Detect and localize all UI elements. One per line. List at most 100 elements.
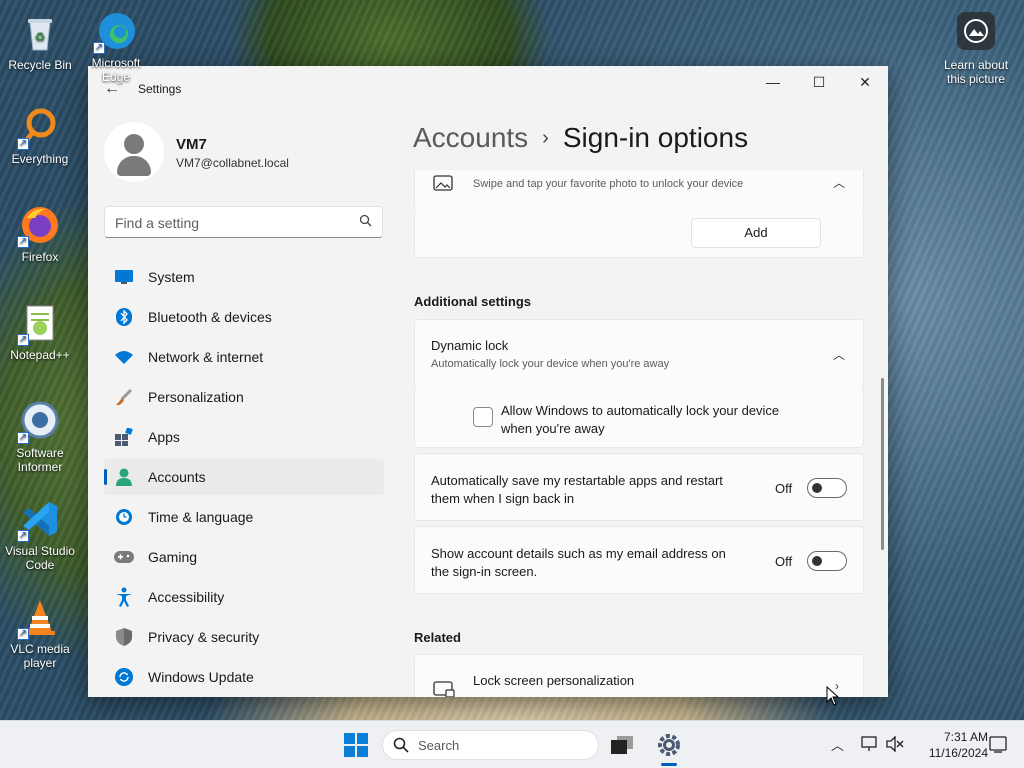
chevron-up-icon[interactable]: ︿ <box>833 174 845 191</box>
nav-item-time-language[interactable]: Time & language <box>104 499 384 535</box>
dynamic-lock-header[interactable]: Dynamic lock Automatically lock your dev… <box>414 319 864 387</box>
search-icon[interactable] <box>359 214 372 230</box>
desktop-icon-recycle-bin[interactable]: ♻ Recycle Bin <box>2 12 78 72</box>
desktop-icon-edge[interactable]: ↗ Microsoft Edge <box>78 10 154 84</box>
bluetooth-icon <box>114 307 134 327</box>
restart-apps-label: Automatically save my restartable apps a… <box>431 473 723 488</box>
dynamic-lock-title: Dynamic lock <box>431 338 509 353</box>
nav-item-label: Time & language <box>148 509 254 525</box>
nav-item-label: Bluetooth & devices <box>148 309 272 325</box>
start-button[interactable] <box>344 733 368 757</box>
vlc-icon: ↗ <box>17 596 61 640</box>
globe-clock-icon <box>114 507 134 527</box>
wifi-icon <box>114 347 134 367</box>
nav-item-label: Windows Update <box>148 669 254 685</box>
taskbar-clock[interactable]: 7:31 AM 11/16/2024 <box>912 729 988 761</box>
nav-item-accounts[interactable]: Accounts <box>104 459 384 495</box>
dynamic-lock-checkbox-label[interactable]: Allow Windows to automatically lock your… <box>501 403 779 418</box>
desktop-icon-label: Microsoft Edge <box>91 56 141 84</box>
shortcut-arrow-icon: ↗ <box>17 628 29 640</box>
taskbar-app-settings[interactable] <box>653 729 685 761</box>
nav-item-accessibility[interactable]: Accessibility <box>104 579 384 615</box>
desktop-icon-vlc[interactable]: ↗ VLC media player <box>2 596 78 670</box>
shortcut-arrow-icon: ↗ <box>17 138 29 150</box>
vscode-icon: ↗ <box>17 498 61 542</box>
task-view-icon <box>611 736 633 754</box>
restart-apps-label-2: them when I sign back in <box>431 491 575 506</box>
nav-item-privacy-security[interactable]: Privacy & security <box>104 619 384 655</box>
taskbar: Search ︿ 7:31 AM 11/16/2024 <box>0 720 1024 768</box>
nav-item-gaming[interactable]: Gaming <box>104 539 384 575</box>
maximize-button[interactable]: ☐ <box>796 66 842 98</box>
account-details-label: Show account details such as my email ad… <box>431 546 726 561</box>
learn-about-picture[interactable]: Learn about this picture <box>938 12 1014 86</box>
app-title: Settings <box>138 82 182 96</box>
account-details-toggle[interactable] <box>807 551 847 571</box>
nav-item-apps[interactable]: Apps <box>104 419 384 455</box>
user-profile[interactable]: VM7 VM7@collabnet.local <box>104 122 394 186</box>
dynamic-lock-checkbox-label-2[interactable]: when you're away <box>501 421 605 436</box>
firefox-icon: ↗ <box>17 204 61 248</box>
nav-item-network[interactable]: Network & internet <box>104 339 384 375</box>
related-heading: Related <box>414 630 461 645</box>
mouse-cursor-icon <box>826 686 840 706</box>
minimize-icon: — <box>766 74 780 90</box>
settings-search-box[interactable] <box>104 206 383 238</box>
network-icon[interactable] <box>861 736 879 755</box>
chevron-up-icon[interactable]: ︿ <box>833 346 845 363</box>
desktop-icon-label: Software Informer <box>16 446 64 474</box>
user-name: VM7 <box>176 136 207 153</box>
avatar <box>104 122 164 182</box>
minimize-button[interactable]: — <box>750 66 796 98</box>
desktop-icon-firefox[interactable]: ↗ Firefox <box>2 204 78 264</box>
restart-apps-toggle[interactable] <box>807 478 847 498</box>
desktop-icon-label: Recycle Bin <box>8 58 72 72</box>
taskbar-app-task-view[interactable] <box>606 729 638 761</box>
shortcut-arrow-icon: ↗ <box>17 334 29 346</box>
picture-icon <box>433 175 453 198</box>
lock-screen-title: Lock screen personalization <box>473 673 635 688</box>
shortcut-arrow-icon: ↗ <box>17 236 29 248</box>
add-picture-password-button[interactable]: Add <box>691 218 821 248</box>
nav-item-label: System <box>148 269 195 285</box>
volume-muted-icon[interactable] <box>886 735 904 755</box>
show-hidden-icons-chevron-icon[interactable]: ︿ <box>831 735 844 754</box>
dynamic-lock-checkbox[interactable] <box>473 407 493 427</box>
dynamic-lock-desc: Automatically lock your device when you'… <box>431 358 670 370</box>
nav-item-bluetooth[interactable]: Bluetooth & devices <box>104 299 384 335</box>
windows-logo-icon <box>344 733 368 757</box>
account-details-card: Show account details such as my email ad… <box>414 526 864 594</box>
nav-item-label: Accessibility <box>148 589 225 605</box>
shortcut-arrow-icon: ↗ <box>17 530 29 542</box>
nav-item-label: Gaming <box>148 549 198 565</box>
software-informer-icon: ↗ <box>17 400 61 444</box>
taskbar-search-label: Search <box>418 738 460 753</box>
close-button[interactable]: ✕ <box>842 66 888 98</box>
notification-icon[interactable] <box>989 736 1007 757</box>
clock-time: 7:31 AM <box>943 730 988 744</box>
breadcrumb-accounts[interactable]: Accounts <box>413 122 528 153</box>
nav-item-personalization[interactable]: Personalization <box>104 379 384 415</box>
page-title: Sign-in options <box>562 122 749 153</box>
breadcrumb: Accounts › Sign-in options <box>413 122 748 154</box>
title-bar: ← Settings — ☐ ✕ <box>88 66 888 112</box>
clock-date: 11/16/2024 <box>928 746 988 760</box>
settings-window: ← Settings — ☐ ✕ VM7 VM7@collabnet.local… <box>88 66 888 697</box>
picture-password-header[interactable]: Swipe and tap your favorite photo to unl… <box>414 170 864 210</box>
desktop-icon-label: Everything <box>11 152 69 166</box>
close-icon: ✕ <box>859 74 871 90</box>
picture-password-desc: Swipe and tap your favorite photo to unl… <box>473 178 744 190</box>
everything-search-icon: ↗ <box>17 106 61 150</box>
desktop-icon-notepadpp[interactable]: ↗ Notepad++ <box>2 302 78 362</box>
nav-item-system[interactable]: System <box>104 259 384 295</box>
desktop-icon-everything[interactable]: ↗ Everything <box>2 106 78 166</box>
settings-search-input[interactable] <box>115 213 345 233</box>
nav-item-label: Privacy & security <box>148 629 260 645</box>
desktop-icon-software-informer[interactable]: ↗ Software Informer <box>2 400 78 474</box>
desktop-icon-label: Visual Studio Code <box>5 544 75 572</box>
content-scrollbar[interactable] <box>881 378 884 550</box>
desktop-icon-vscode[interactable]: ↗ Visual Studio Code <box>2 498 78 572</box>
taskbar-search[interactable]: Search <box>382 730 599 760</box>
lock-screen-personalization-card[interactable]: Lock screen personalization › <box>414 654 864 697</box>
nav-item-windows-update[interactable]: Windows Update <box>104 659 384 695</box>
